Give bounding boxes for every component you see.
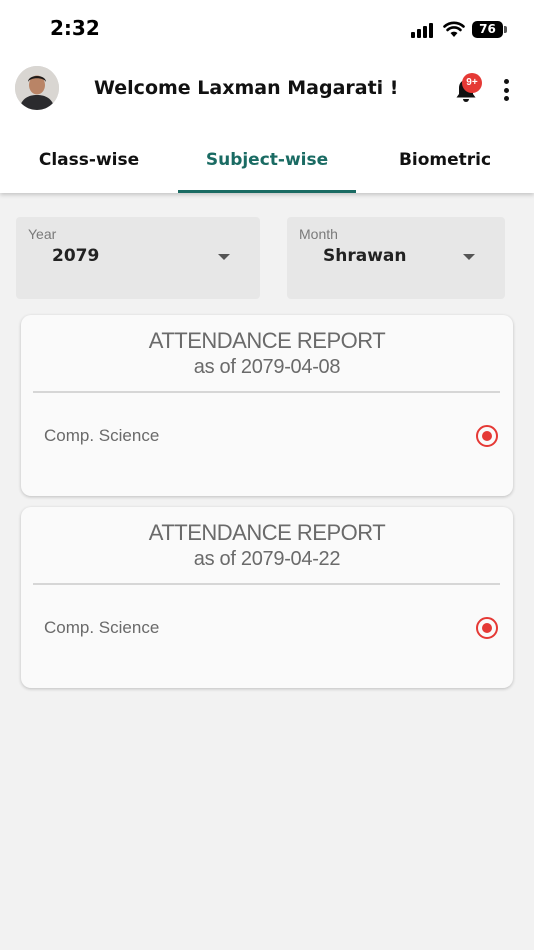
battery-icon: 76 <box>472 21 503 38</box>
month-label: Month <box>299 226 338 242</box>
month-value: Shrawan <box>323 246 407 266</box>
avatar-image <box>15 66 59 110</box>
notification-badge: 9+ <box>462 73 482 93</box>
report-title: ATTENDANCE REPORT <box>148 520 386 545</box>
status-time: 2:32 <box>50 16 100 40</box>
dropdown-arrow-icon <box>463 254 475 260</box>
tab-biometric[interactable]: Biometric <box>356 150 534 170</box>
report-title: ATTENDANCE REPORT <box>148 328 386 353</box>
year-label: Year <box>28 226 57 242</box>
subject-radio-button[interactable] <box>476 425 498 447</box>
more-vert-icon[interactable] <box>496 78 516 102</box>
year-value: 2079 <box>52 246 100 266</box>
app-header: 2:32 76 Welcome Laxman Magarati ! 9+ Cla… <box>0 0 534 193</box>
card-divider <box>33 391 500 393</box>
subject-radio-button[interactable] <box>476 617 498 639</box>
wifi-icon <box>443 21 465 37</box>
year-dropdown[interactable]: Year 2079 <box>16 217 260 299</box>
attendance-report-card[interactable]: ATTENDANCE REPORT as of 2079-04-22 Comp.… <box>21 507 513 688</box>
battery-cap <box>504 26 507 33</box>
report-date: as of 2079-04-22 <box>193 548 341 570</box>
month-dropdown[interactable]: Month Shrawan <box>287 217 505 299</box>
subject-label: Comp. Science <box>44 618 160 637</box>
subject-label: Comp. Science <box>44 426 160 445</box>
active-tab-indicator <box>178 190 356 193</box>
tab-subject-wise[interactable]: Subject-wise <box>178 150 356 170</box>
card-divider <box>33 583 500 585</box>
welcome-message: Welcome Laxman Magarati ! <box>94 77 399 99</box>
avatar[interactable] <box>15 66 59 110</box>
tab-class-wise[interactable]: Class-wise <box>0 150 178 170</box>
attendance-report-card[interactable]: ATTENDANCE REPORT as of 2079-04-08 Comp.… <box>21 315 513 496</box>
cellular-signal-icon <box>411 22 435 38</box>
dropdown-arrow-icon <box>218 254 230 260</box>
report-date: as of 2079-04-08 <box>193 356 341 378</box>
